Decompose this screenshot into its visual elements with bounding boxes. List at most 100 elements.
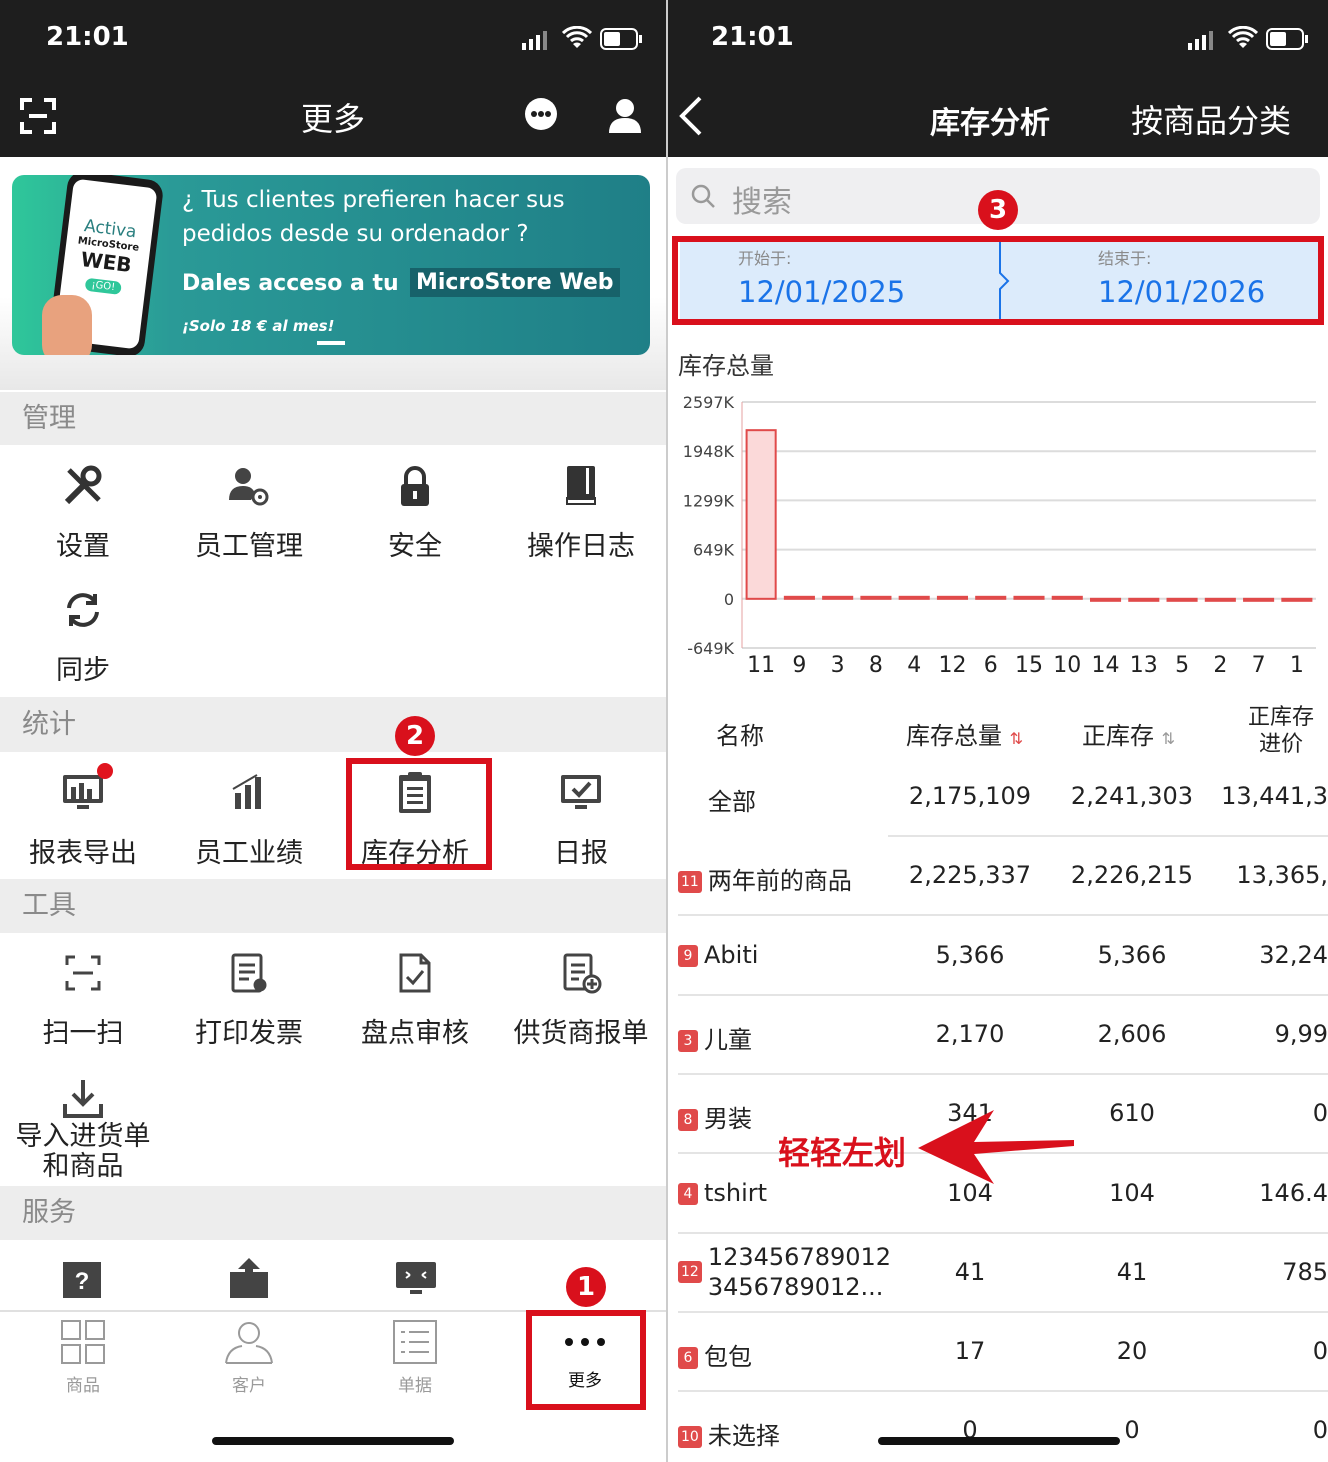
scan-item[interactable]: 扫一扫 (0, 951, 166, 1050)
stocktake-review-item[interactable]: 盘点审核 (332, 951, 498, 1050)
row-total: 2,175,109 (908, 782, 1032, 810)
row-positive: 2,241,303 (1070, 782, 1194, 810)
import-label-line-2: 和商品 (42, 1151, 124, 1182)
section-tools: 工具 (0, 879, 666, 933)
row-positive: 610 (1109, 1099, 1155, 1128)
y-tick-label: 2597K (683, 393, 735, 412)
print-invoice-label: 打印发票 (195, 1018, 303, 1049)
row-name-text: Abiti (704, 940, 759, 969)
row-name: 9 Abiti (678, 941, 758, 969)
header-cost-line-1: 正库存 (1248, 705, 1315, 730)
row-name-line-1: 123456789012 (707, 1242, 892, 1271)
chart-title: 库存总量 (678, 352, 774, 380)
print-invoice-item[interactable]: 打印发票 (166, 951, 332, 1050)
report-export-item[interactable]: 报表导出 (0, 763, 166, 870)
back-chevron-icon[interactable] (678, 96, 704, 140)
table-row[interactable]: 12123456789012 3456789012... 41 41 785 (668, 1234, 1328, 1313)
table-row[interactable]: 9 Abiti 5,366 5,366 32,24 (668, 917, 1328, 996)
highlight-date-range (672, 236, 1324, 325)
chart-bar (1166, 597, 1198, 602)
staff-management-item[interactable]: 员工管理 (166, 464, 332, 563)
x-tick-label: 6 (984, 653, 998, 678)
row-name: 8 男装 (678, 1099, 752, 1134)
row-name: 全部 (708, 782, 756, 817)
tab-products-label: 商品 (66, 1376, 100, 1396)
operation-log-item[interactable]: 操作日志 (498, 464, 664, 563)
operation-log-label: 操作日志 (527, 531, 635, 562)
row-total: 5,366 (935, 940, 1005, 969)
promo-banner[interactable]: Activa MicroStore WEB ¡GO! ¿ Tus cliente… (12, 175, 650, 355)
sync-label: 同步 (56, 655, 110, 686)
row-positive: 41 (1116, 1257, 1148, 1286)
chat-icon[interactable] (524, 97, 558, 135)
wifi-icon (561, 25, 593, 54)
row-name-line-2: 3456789012... (707, 1272, 884, 1301)
table-row[interactable]: 6 包包 17 20 0 (668, 1313, 1328, 1393)
x-tick-label: 4 (907, 653, 921, 678)
chart-bar (1051, 595, 1083, 600)
table-row[interactable]: 全部 2,175,109 2,241,303 13,441,3 (668, 758, 1328, 837)
security-item[interactable]: 安全 (332, 464, 498, 563)
category-id-badge: 11 (678, 871, 702, 894)
x-tick-label: 10 (1053, 653, 1081, 678)
category-id-badge: 3 (678, 1029, 698, 1052)
tab-products[interactable]: 商品 (0, 1320, 166, 1396)
scan-icon[interactable] (20, 98, 56, 138)
chart-bar (975, 595, 1007, 600)
help-icon[interactable]: ? (63, 1262, 101, 1302)
category-id-badge: 4 (678, 1182, 698, 1205)
table-row[interactable]: 11 两年前的商品 2,225,337 2,226,215 13,365, (668, 837, 1328, 917)
x-tick-label: 11 (747, 653, 775, 678)
monitor-check-icon (559, 771, 603, 815)
scan-icon (61, 951, 105, 995)
remote-screen-icon[interactable] (396, 1262, 436, 1302)
header-cost[interactable]: 正库存 进价 (1248, 704, 1314, 758)
swipe-hint-text: 轻轻左划 (778, 1134, 907, 1172)
row-name-text: 两年前的商品 (707, 867, 852, 896)
share-upload-icon[interactable] (230, 1258, 268, 1302)
x-tick-label: 14 (1092, 653, 1120, 678)
invoice-icon (227, 951, 271, 995)
banner-page-indicator (317, 341, 345, 345)
row-name: 11 两年前的商品 (678, 861, 852, 896)
tab-documents[interactable]: 单据 (332, 1320, 498, 1396)
import-purchase-item[interactable]: 导入进货单 和商品 (0, 1076, 166, 1182)
settings-item[interactable]: 设置 (0, 464, 166, 563)
sort-icon: ⇅ (1009, 729, 1024, 748)
category-id-badge: 9 (678, 944, 698, 967)
monitor-chart-icon (61, 763, 113, 815)
user-icon[interactable] (608, 98, 642, 138)
header-total[interactable]: 库存总量 ⇅ (906, 716, 1023, 751)
list-doc-icon (332, 1320, 498, 1369)
row-name: 4 tshirt (678, 1179, 767, 1207)
header-positive[interactable]: 正库存 ⇅ (1082, 716, 1175, 751)
chart-bar (745, 429, 777, 600)
row-cost: 146.4 (1259, 1178, 1328, 1207)
highlight-more-tab (526, 1310, 646, 1410)
person-outline-icon (166, 1320, 332, 1369)
row-total: 17 (954, 1337, 986, 1366)
daily-report-item[interactable]: 日报 (498, 771, 664, 870)
banner-line-4: ¡Solo 18 € al mes! (182, 317, 335, 335)
table-row[interactable]: 10 未选择 0 0 0 (668, 1392, 1328, 1462)
chart-bar (860, 595, 892, 600)
staff-performance-item[interactable]: 员工业绩 (166, 771, 332, 870)
tools-icon (61, 464, 105, 508)
row-name-text: 儿童 (704, 1025, 752, 1054)
supplier-report-item[interactable]: 供货商报单 (498, 951, 664, 1050)
grid-icon (0, 1320, 166, 1369)
header-total-label: 库存总量 (906, 722, 1002, 750)
row-name-text: 未选择 (707, 1422, 780, 1451)
banner-line-3a: Dales acceso a tu (182, 271, 399, 296)
chart-bar (1128, 597, 1160, 602)
row-total: 2,225,337 (908, 861, 1032, 890)
category-filter-button[interactable]: 按商品分类 (1131, 96, 1291, 142)
report-export-label: 报表导出 (29, 838, 137, 869)
sync-item[interactable]: 同步 (0, 588, 166, 687)
row-positive: 20 (1116, 1337, 1148, 1366)
chart-bar (822, 595, 854, 600)
tab-customers[interactable]: 客户 (166, 1320, 332, 1396)
chart-bar (783, 595, 815, 600)
table-row[interactable]: 3 儿童 2,170 2,606 9,99 (668, 996, 1328, 1075)
banner-line-2: pedidos desde su ordenador ? (182, 221, 529, 247)
